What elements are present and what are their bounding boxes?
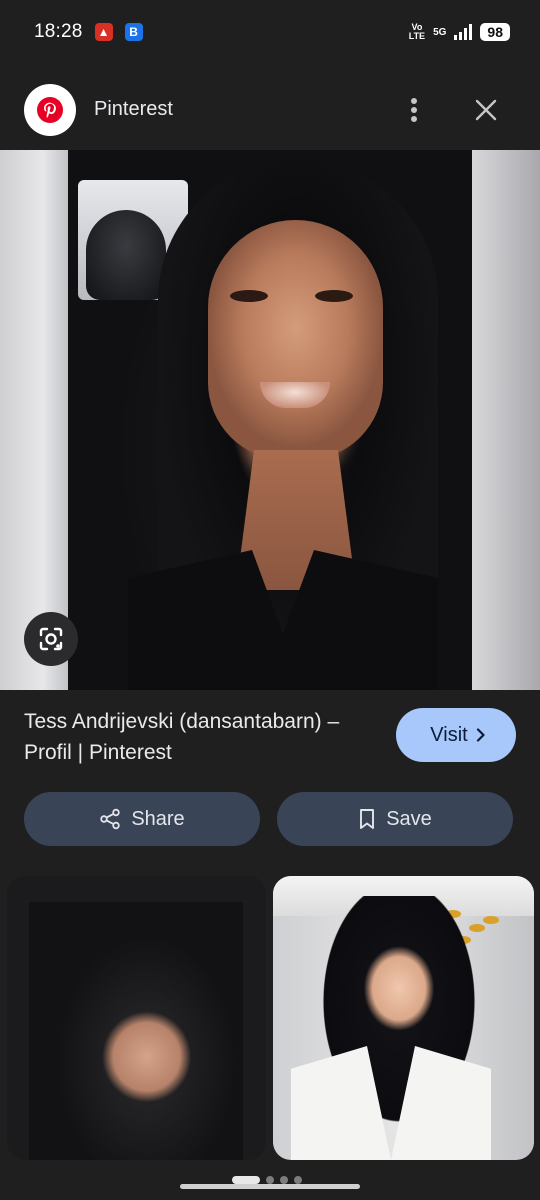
- battery-indicator: 98: [480, 23, 510, 41]
- related-image-2[interactable]: [273, 876, 534, 1160]
- page-dot: [294, 1176, 302, 1184]
- status-left: 18:28 ▲ B: [34, 21, 143, 43]
- result-title[interactable]: Tess Andrijevski (dansantabarn) – Profil…: [24, 706, 374, 768]
- signal-icon: [454, 24, 473, 40]
- visit-button[interactable]: Visit: [396, 708, 516, 762]
- result-header: Pinterest: [0, 80, 540, 142]
- lens-search-button[interactable]: [24, 612, 78, 666]
- status-time: 18:28: [34, 21, 83, 42]
- portrait-photo: [68, 150, 472, 690]
- close-button[interactable]: [468, 92, 504, 128]
- close-icon: [475, 99, 497, 121]
- share-icon: [100, 808, 121, 830]
- related-photo-1: [29, 902, 243, 1160]
- volte-icon: Vo LTE: [408, 22, 426, 41]
- status-bar: 18:28 ▲ B Vo LTE 5G 98: [0, 0, 540, 64]
- save-label: Save: [386, 807, 432, 830]
- share-label: Share: [131, 807, 185, 830]
- share-button[interactable]: Share: [24, 792, 260, 846]
- lens-icon: [39, 627, 63, 651]
- notification-app-icon: ▲: [94, 23, 113, 41]
- pinterest-logo-icon[interactable]: [24, 84, 76, 136]
- page-dot: [280, 1176, 288, 1184]
- more-options-button[interactable]: [398, 94, 430, 126]
- home-indicator[interactable]: [180, 1184, 360, 1189]
- visit-label: Visit: [430, 723, 468, 746]
- source-name[interactable]: Pinterest: [94, 98, 173, 121]
- page-indicator: [232, 1176, 302, 1184]
- save-button[interactable]: Save: [277, 792, 513, 846]
- related-image-1[interactable]: [7, 876, 266, 1160]
- result-image[interactable]: [0, 150, 540, 690]
- chevron-right-icon: [476, 728, 485, 742]
- network-type: 5G: [433, 26, 447, 38]
- notification-b-icon: B: [124, 23, 143, 41]
- more-vert-icon: [411, 98, 417, 122]
- status-right: Vo LTE 5G 98: [409, 23, 510, 41]
- page-dot-active: [232, 1176, 260, 1184]
- bookmark-icon: [360, 809, 375, 829]
- page-dot: [266, 1176, 274, 1184]
